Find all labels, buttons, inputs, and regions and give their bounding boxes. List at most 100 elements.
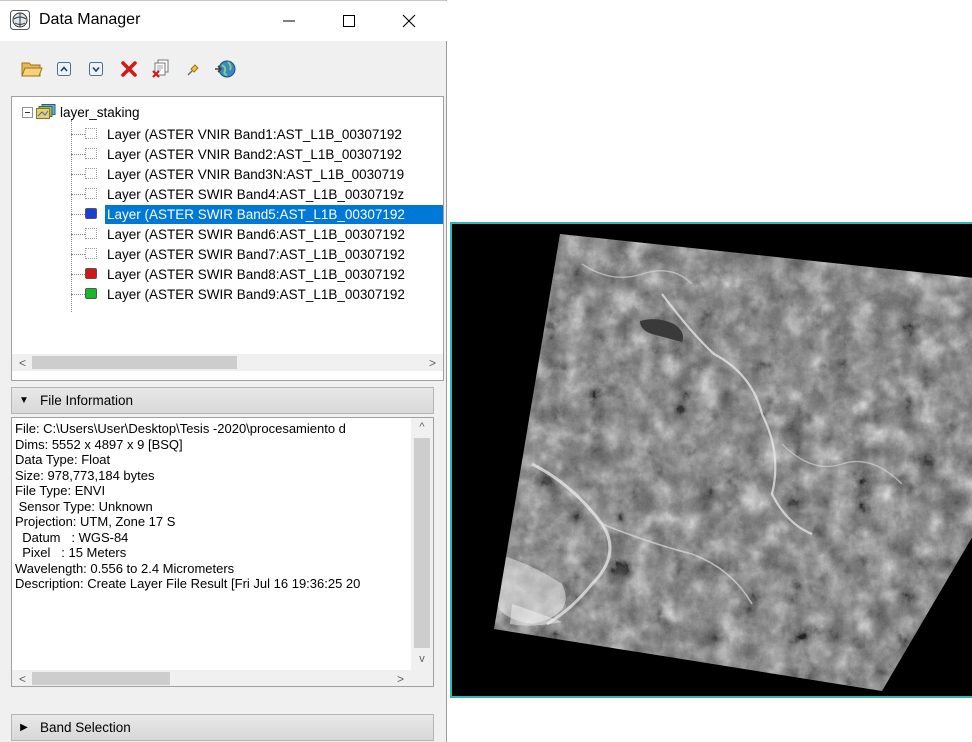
tree-connector (71, 134, 85, 135)
file-info-line: Dims: 5552 x 4897 x 9 [BSQ] (15, 436, 183, 452)
satellite-image (494, 234, 972, 691)
file-info-line: Sensor Type: Unknown (15, 498, 153, 514)
tree-layer-row[interactable]: Layer (ASTER VNIR Band3N:AST_L1B_0030719 (12, 164, 443, 184)
minimize-button[interactable] (266, 1, 312, 41)
scrollbar-thumb[interactable] (32, 356, 237, 369)
close-icon (402, 14, 416, 28)
scroll-right-arrow[interactable]: > (392, 670, 409, 686)
tree-layer-label: Layer (ASTER SWIR Band9:AST_L1B_00307192 (107, 287, 405, 302)
refresh-button[interactable] (213, 57, 237, 81)
tree-connector (71, 294, 85, 295)
scene-footprint (494, 234, 972, 691)
red-channel-swatch-icon (85, 268, 97, 279)
tree-connector (71, 254, 85, 255)
file-info-line: Wavelength: 0.556 to 2.4 Micrometers (15, 560, 235, 576)
red-x-icon (121, 61, 137, 77)
info-vertical-scrollbar[interactable]: ^ v (411, 418, 433, 670)
tree-layer-label: Layer (ASTER SWIR Band7:AST_L1B_00307192 (107, 247, 405, 262)
tree-layer-row[interactable]: Layer (ASTER SWIR Band8:AST_L1B_00307192 (12, 264, 443, 284)
expand-all-button[interactable] (52, 57, 76, 81)
screen: Data Manager layer_staking Layer (ASTER … (0, 0, 972, 742)
tree-layer-row[interactable]: Layer (ASTER SWIR Band4:AST_L1B_0030719z (12, 184, 443, 204)
layer-tree[interactable]: layer_staking Layer (ASTER VNIR Band1:AS… (11, 96, 444, 381)
scroll-up-arrow[interactable]: ^ (411, 418, 433, 436)
tree-connector (71, 274, 85, 275)
tree-connector (71, 154, 85, 155)
tree-layer-label: Layer (ASTER VNIR Band2:AST_L1B_00307192 (107, 147, 402, 162)
scroll-left-arrow[interactable]: < (14, 354, 31, 371)
file-info-line: File Type: ENVI (15, 483, 106, 498)
close-all-files-icon (152, 59, 169, 78)
title-bar: Data Manager (0, 1, 447, 41)
empty-channel-swatch-icon (85, 128, 97, 139)
file-info-line: Description: Create Layer File Result [F… (15, 576, 361, 591)
close-file-button[interactable] (117, 57, 141, 81)
tree-connector (71, 214, 85, 215)
band-selection-label: Band Selection (40, 720, 131, 735)
file-info-line: Size: 978,773,184 bytes (15, 467, 155, 483)
tree-root-node[interactable]: layer_staking (22, 101, 140, 123)
file-info-line: Projection: UTM, Zone 17 S (15, 514, 176, 529)
info-horizontal-scrollbar[interactable]: < > (12, 670, 433, 686)
empty-channel-swatch-icon (85, 188, 97, 199)
scroll-down-arrow[interactable]: v (411, 650, 433, 668)
file-info-line: Pixel : 15 Meters (15, 545, 127, 560)
blue-channel-swatch-icon (85, 208, 97, 219)
tree-horizontal-scrollbar[interactable]: < > (12, 354, 443, 371)
empty-channel-swatch-icon (85, 148, 97, 159)
tree-connector (71, 194, 85, 195)
collapse-toggle-icon[interactable] (22, 106, 33, 118)
tree-layer-row[interactable]: Layer (ASTER VNIR Band2:AST_L1B_00307192 (12, 144, 443, 164)
maximize-button[interactable] (326, 1, 372, 41)
scrollbar-thumb[interactable] (414, 438, 430, 648)
tree-layer-label: Layer (ASTER SWIR Band5:AST_L1B_00307192 (105, 205, 443, 224)
chevron-down-box-icon (89, 62, 103, 76)
empty-channel-swatch-icon (85, 228, 97, 239)
window-title: Data Manager (39, 11, 141, 28)
collapse-all-button[interactable] (84, 57, 108, 81)
open-file-button[interactable] (20, 57, 44, 81)
empty-channel-swatch-icon (85, 248, 97, 259)
empty-channel-swatch-icon (85, 168, 97, 179)
tree-layer-label: Layer (ASTER SWIR Band4:AST_L1B_0030719z (107, 187, 405, 202)
file-information-header[interactable]: ▼ File Information (11, 387, 434, 414)
maximize-icon (343, 15, 355, 27)
file-info-line: Data Type: Float (15, 452, 111, 467)
close-all-button[interactable] (149, 57, 173, 81)
green-channel-swatch-icon (85, 288, 97, 299)
pin-icon (187, 64, 199, 76)
scroll-left-arrow[interactable]: < (14, 670, 31, 686)
app-globe-icon (10, 10, 30, 30)
tree-connector (71, 174, 85, 175)
collapsed-triangle-icon: ▶ (20, 722, 28, 733)
layer-stack-icon (36, 104, 56, 119)
tree-layer-label: Layer (ASTER SWIR Band6:AST_L1B_00307192 (107, 227, 405, 242)
expanded-triangle-icon: ▼ (19, 395, 29, 406)
tree-layer-row[interactable]: Layer (ASTER SWIR Band5:AST_L1B_00307192 (12, 204, 443, 224)
scrollbar-thumb[interactable] (32, 672, 170, 685)
band-selection-header[interactable]: ▶ Band Selection (11, 714, 434, 741)
toolbar (0, 47, 447, 89)
file-info-line: File: C:\Users\User\Desktop\Tesis -2020\… (15, 421, 346, 436)
scroll-right-arrow[interactable]: > (424, 354, 441, 371)
file-information-label: File Information (40, 393, 134, 408)
tree-layer-label: Layer (ASTER SWIR Band8:AST_L1B_00307192 (107, 267, 405, 282)
file-info-text: File: C:\Users\User\Desktop\Tesis -2020\… (15, 421, 411, 592)
chevron-up-box-icon (57, 62, 71, 76)
tree-layer-row[interactable]: Layer (ASTER SWIR Band9:AST_L1B_00307192 (12, 284, 443, 304)
folder-open-icon (21, 62, 43, 77)
globe-refresh-icon (215, 60, 236, 78)
tree-connector (71, 234, 85, 235)
file-information-panel: File: C:\Users\User\Desktop\Tesis -2020\… (11, 417, 434, 687)
tree-layer-row[interactable]: Layer (ASTER SWIR Band7:AST_L1B_00307192 (12, 244, 443, 264)
tree-layer-label: Layer (ASTER VNIR Band3N:AST_L1B_0030719 (107, 167, 405, 182)
file-info-line: Datum : WGS-84 (15, 529, 129, 545)
tree-root-label: layer_staking (60, 104, 140, 120)
tree-layer-row[interactable]: Layer (ASTER VNIR Band1:AST_L1B_00307192 (12, 124, 443, 144)
data-manager-window: Data Manager layer_staking Layer (ASTER … (0, 0, 447, 742)
pin-button[interactable] (181, 57, 205, 81)
tree-layer-label: Layer (ASTER VNIR Band1:AST_L1B_00307192 (107, 127, 402, 142)
close-button[interactable] (386, 1, 432, 41)
tree-layer-row[interactable]: Layer (ASTER SWIR Band6:AST_L1B_00307192 (12, 224, 443, 244)
image-view[interactable] (450, 222, 972, 698)
